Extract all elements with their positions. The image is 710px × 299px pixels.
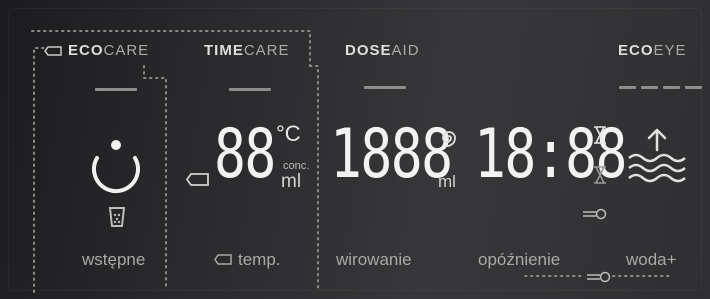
spin-ml-unit: ml	[438, 172, 456, 191]
ecocare-indicator	[95, 88, 137, 91]
timecare-button[interactable]: TIMECARE	[204, 42, 290, 59]
ecoeye-button[interactable]: ECOEYE	[618, 42, 687, 59]
control-panel: ECOCARE TIMECARE DOSEAID ECOEYE 88 °C co…	[0, 0, 710, 299]
doseaid-indicator	[364, 86, 406, 89]
detergent-cup-icon	[108, 207, 126, 227]
spiral-icon	[442, 131, 456, 147]
water-level-icon	[628, 128, 686, 183]
lock-tab-icon	[214, 254, 232, 265]
ecoeye-indicator-1	[619, 86, 636, 89]
spin-button[interactable]: wirowanie	[336, 250, 412, 270]
lock-tab-icon	[44, 46, 62, 56]
doseaid-bold: DOSE	[345, 42, 392, 59]
timecare-indicator	[229, 88, 271, 91]
prewash-button[interactable]: wstępne	[82, 250, 145, 270]
ecoeye-bold: ECO	[618, 42, 654, 59]
lock-tab-icon	[185, 173, 209, 186]
ecoeye-indicator-3	[663, 86, 680, 89]
hourglass-icon	[594, 166, 606, 184]
ecoeye-light: EYE	[653, 42, 687, 59]
water-plus-button[interactable]: woda+	[626, 250, 677, 270]
doseaid-light: AID	[391, 42, 420, 59]
key-icon	[587, 271, 611, 283]
ecoeye-indicator-4	[685, 86, 702, 89]
power-icon[interactable]	[88, 136, 148, 196]
ecocare-light: CARE	[103, 42, 150, 59]
ecocare-button[interactable]: ECOCARE	[44, 42, 149, 59]
temp-button[interactable]: temp.	[214, 250, 281, 270]
ecoeye-indicator-2	[641, 86, 658, 89]
temp-display: 88	[214, 115, 276, 194]
doseaid-button[interactable]: DOSEAID	[345, 42, 420, 59]
celsius-unit: °C	[276, 121, 301, 146]
timecare-bold: TIME	[204, 42, 244, 59]
ecocare-bold: ECO	[68, 42, 104, 59]
ml-unit: ml	[281, 171, 302, 192]
spin-display: 1888	[330, 115, 453, 194]
delay-button[interactable]: opóźnienie	[478, 250, 560, 270]
hourglass-icon	[594, 126, 606, 144]
temp-label: temp.	[238, 250, 281, 269]
key-icon	[583, 208, 607, 220]
timecare-light: CARE	[243, 42, 290, 59]
